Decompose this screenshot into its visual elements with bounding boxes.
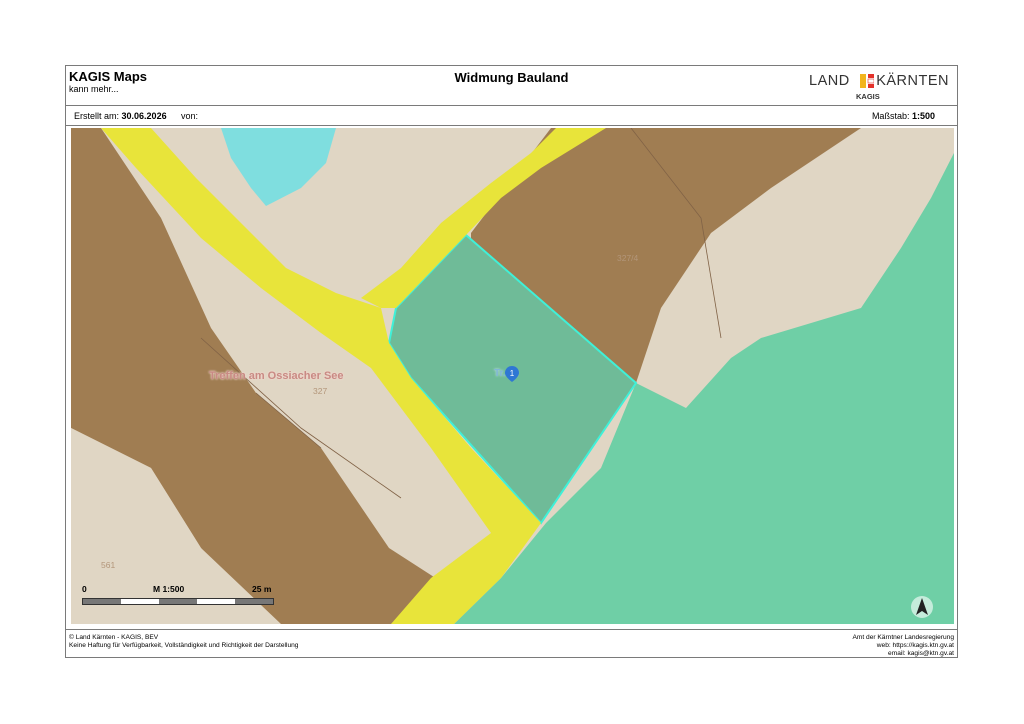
north-arrow-icon <box>911 596 933 618</box>
footer-right: Amt der Kärntner Landesregierung web: ht… <box>852 634 954 658</box>
map-sheet: KAGIS Maps kann mehr... Widmung Bauland … <box>65 65 958 658</box>
scalebar-mid: M 1:500 <box>153 584 185 594</box>
sheet-footer: © Land Kärnten - KAGIS, BEV Keine Haftun… <box>66 629 957 659</box>
scalebar-end: 25 m <box>252 584 272 594</box>
logo-text-land: LAND <box>809 73 850 89</box>
parcel-number: 561 <box>101 560 116 570</box>
scale-bar: 0 M 1:500 25 m <box>79 584 279 614</box>
logo-text-kagis: KAGIS <box>856 92 880 101</box>
scale-label: Maßstab: <box>871 111 910 121</box>
parcel-number: 327/4 <box>617 253 639 263</box>
info-row: Erstellt am: 30.06.2026 von: Maßstab: 1:… <box>66 106 957 126</box>
office-name: Amt der Kärntner Landesregierung <box>852 634 954 641</box>
email-link[interactable]: email: kagis@ktn.gv.at <box>852 650 954 658</box>
map-scale: Maßstab: 1:500 <box>872 111 935 121</box>
author-label: von: <box>181 111 199 121</box>
scale-value: 1:500 <box>911 111 935 121</box>
sheet-header: KAGIS Maps kann mehr... Widmung Bauland … <box>66 66 957 106</box>
created-value: 30.06.2026 <box>121 111 167 121</box>
land-kaernten-logo: LAND KÄRNTEN KAGIS <box>809 71 949 103</box>
web-link[interactable]: web: https://kagis.ktn.gv.at <box>852 642 954 650</box>
parcel-number: 327 <box>313 386 328 396</box>
map-view[interactable]: Treffen am Ossiacher See 327 327/4 561 T… <box>71 128 954 624</box>
copyright-text: © Land Kärnten - KAGIS, BEV <box>69 634 159 641</box>
coat-of-arms-icon <box>860 74 874 88</box>
location-pin-icon[interactable]: 1 <box>505 366 519 382</box>
scalebar-start: 0 <box>82 584 87 594</box>
scalebar-segments <box>82 598 274 605</box>
marker-number: 1 <box>510 369 515 378</box>
created-label: Erstellt am: <box>74 111 120 121</box>
logo-text-kaernten: KÄRNTEN <box>876 73 949 89</box>
footer-left: © Land Kärnten - KAGIS, BEV Keine Haftun… <box>69 634 298 650</box>
app-subtitle: kann mehr... <box>69 84 119 94</box>
disclaimer-text: Keine Haftung für Verfügbarkeit, Vollstä… <box>69 642 299 649</box>
created-date: Erstellt am: 30.06.2026 <box>74 111 167 121</box>
place-label: Treffen am Ossiacher See <box>209 370 344 382</box>
